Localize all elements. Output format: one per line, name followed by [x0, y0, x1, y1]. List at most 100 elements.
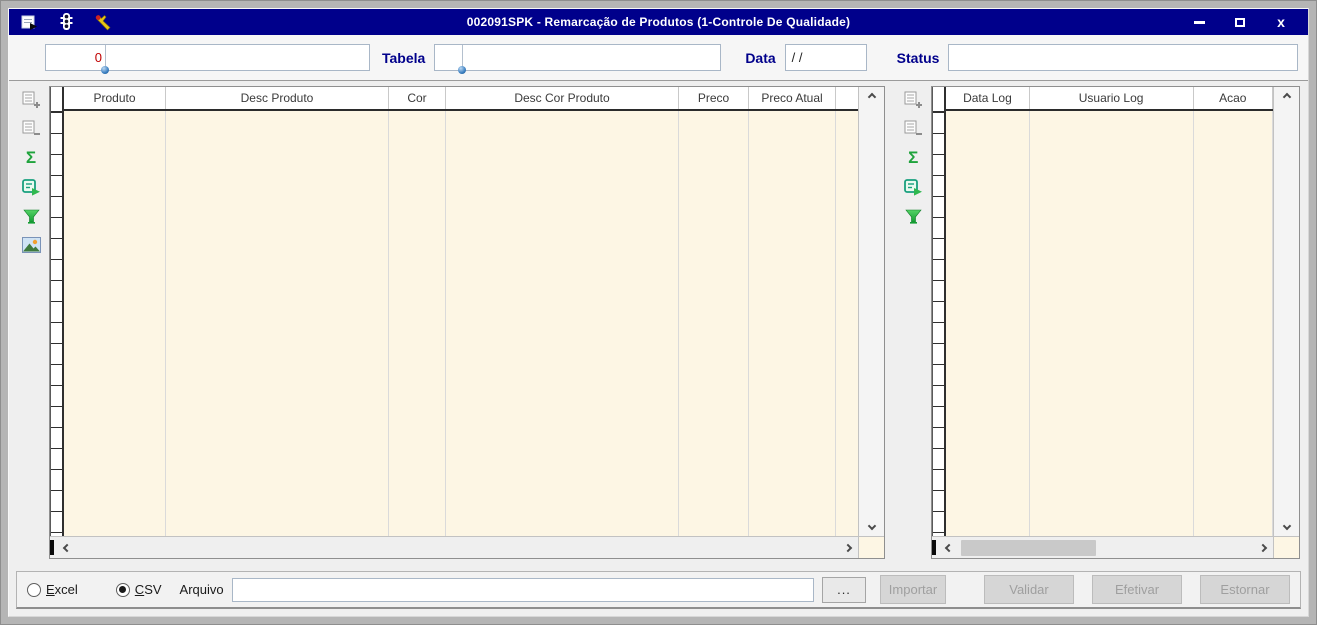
radio-excel[interactable]: Excel	[27, 582, 78, 597]
window-title: 002091SPK - Remarcação de Produtos (1-Co…	[466, 15, 851, 29]
column-acao	[1194, 111, 1274, 536]
close-button[interactable]: x	[1270, 12, 1292, 32]
form-bar: 0 Tabela Data / / Status	[9, 35, 1308, 81]
scroll-thumb[interactable]	[961, 539, 1097, 556]
column-header-desc-produto[interactable]: Desc Produto	[166, 87, 389, 109]
sum-icon[interactable]: Σ	[20, 148, 42, 168]
column-data-log	[946, 111, 1030, 536]
indicator-mark	[932, 540, 937, 555]
column-header-preco[interactable]: Preco	[679, 87, 749, 109]
column-header-preco-atual[interactable]: Preco Atual	[749, 87, 836, 109]
maximize-button[interactable]	[1229, 12, 1251, 32]
remove-record-icon[interactable]	[20, 119, 42, 139]
products-grid-toolbar: Σ	[13, 86, 49, 559]
radio-csv-label: CSV	[134, 582, 162, 597]
row-indicator-column	[932, 87, 947, 536]
column-filler	[836, 111, 858, 536]
log-grid-group: Σ Data Log Usuario Log Acao	[895, 86, 1300, 559]
browse-button[interactable]: ...	[822, 576, 866, 603]
products-grid-group: Σ Produto Desc Produto Cor Desc Cor Prod…	[13, 86, 886, 559]
remarcacao-code-segment[interactable]: 0	[46, 45, 109, 74]
column-header-produto[interactable]: Produto	[64, 87, 166, 109]
tabela-label: Tabela	[382, 49, 426, 66]
column-usuario-log	[1030, 111, 1194, 536]
log-grid: Data Log Usuario Log Acao	[931, 86, 1300, 559]
minimize-button[interactable]	[1188, 12, 1210, 32]
scroll-down-icon[interactable]	[1282, 521, 1291, 531]
filter-icon[interactable]	[902, 206, 924, 226]
traffic-light-icon	[55, 12, 77, 32]
products-grid: Produto Desc Produto Cor Desc Cor Produt…	[49, 86, 886, 559]
footer-bar: Excel CSV Arquivo ... Importar Validar E…	[16, 571, 1301, 609]
radio-excel-label: Excel	[46, 582, 78, 597]
form-export-icon[interactable]	[19, 12, 41, 32]
products-grid-header: Produto Desc Produto Cor Desc Cor Produt…	[64, 87, 859, 111]
column-desc-produto	[166, 111, 389, 536]
log-grid-body[interactable]	[946, 111, 1274, 536]
scroll-down-icon[interactable]	[867, 521, 876, 531]
export-grid-icon[interactable]	[20, 177, 42, 197]
scroll-left-icon[interactable]	[57, 543, 77, 552]
scroll-right-icon[interactable]	[838, 543, 858, 552]
titlebar: 002091SPK - Remarcação de Produtos (1-Co…	[9, 9, 1308, 35]
lookup-ball-icon	[101, 66, 109, 74]
indicator-mark	[50, 540, 54, 555]
column-cor	[389, 111, 446, 536]
scroll-up-icon[interactable]	[1282, 92, 1291, 102]
radio-csv-circle[interactable]	[115, 582, 130, 597]
validar-button[interactable]: Validar	[984, 575, 1074, 604]
scrollbar-corner	[858, 537, 885, 558]
tabela-field[interactable]	[434, 44, 722, 74]
column-header-cor[interactable]: Cor	[389, 87, 446, 109]
data-field[interactable]: / /	[784, 44, 867, 71]
remarcacao-code-value: 0	[94, 50, 102, 65]
add-record-icon[interactable]	[902, 90, 924, 110]
status-field[interactable]	[948, 44, 1298, 71]
column-header-usuario-log[interactable]: Usuario Log	[1030, 87, 1194, 109]
radio-selected-dot	[119, 586, 127, 593]
log-vertical-scrollbar[interactable]	[1273, 87, 1299, 536]
radio-csv[interactable]: CSV	[115, 582, 162, 597]
sum-icon[interactable]: Σ	[902, 148, 924, 168]
column-preco-atual	[749, 111, 836, 536]
arquivo-input[interactable]	[231, 577, 814, 602]
products-grid-body[interactable]	[64, 111, 858, 536]
column-header-acao[interactable]: Acao	[1194, 87, 1274, 109]
column-header-filler	[836, 87, 858, 109]
scroll-left-icon[interactable]	[939, 543, 959, 552]
estornar-button[interactable]: Estornar	[1200, 575, 1290, 604]
scrollbar-corner	[1273, 537, 1299, 558]
arquivo-label: Arquivo	[179, 582, 224, 597]
tabela-code-segment[interactable]	[435, 45, 467, 74]
lookup-ball-icon	[458, 66, 467, 74]
remarcacao-code-field[interactable]: 0	[45, 44, 370, 74]
efetivar-button[interactable]: Efetivar	[1092, 575, 1182, 604]
scroll-track[interactable]	[959, 537, 1253, 558]
column-preco	[679, 111, 749, 536]
column-desc-cor-produto	[446, 111, 679, 536]
radio-excel-circle[interactable]	[27, 582, 41, 597]
products-vertical-scrollbar[interactable]	[858, 87, 885, 536]
scroll-track[interactable]	[77, 537, 838, 558]
scroll-right-icon[interactable]	[1253, 543, 1273, 552]
row-indicator-column	[50, 87, 64, 536]
products-horizontal-scrollbar[interactable]	[50, 536, 885, 558]
scroll-up-icon[interactable]	[867, 92, 876, 102]
export-grid-icon[interactable]	[902, 177, 924, 197]
image-icon[interactable]	[20, 235, 42, 255]
filter-icon[interactable]	[20, 206, 42, 226]
column-header-data-log[interactable]: Data Log	[946, 87, 1030, 109]
add-record-icon[interactable]	[20, 90, 42, 110]
wrench-icon[interactable]	[91, 12, 113, 32]
data-value: / /	[791, 50, 803, 65]
app-window: 002091SPK - Remarcação de Produtos (1-Co…	[8, 8, 1309, 617]
log-grid-toolbar: Σ	[895, 86, 931, 559]
column-produto	[64, 111, 166, 536]
remove-record-icon[interactable]	[902, 119, 924, 139]
column-header-desc-cor-produto[interactable]: Desc Cor Produto	[446, 87, 679, 109]
main-area: Σ Produto Desc Produto Cor Desc Cor Prod…	[9, 81, 1308, 569]
data-label: Data	[745, 49, 776, 66]
log-horizontal-scrollbar[interactable]	[932, 536, 1299, 558]
status-label: Status	[896, 49, 940, 66]
importar-button[interactable]: Importar	[880, 575, 946, 604]
